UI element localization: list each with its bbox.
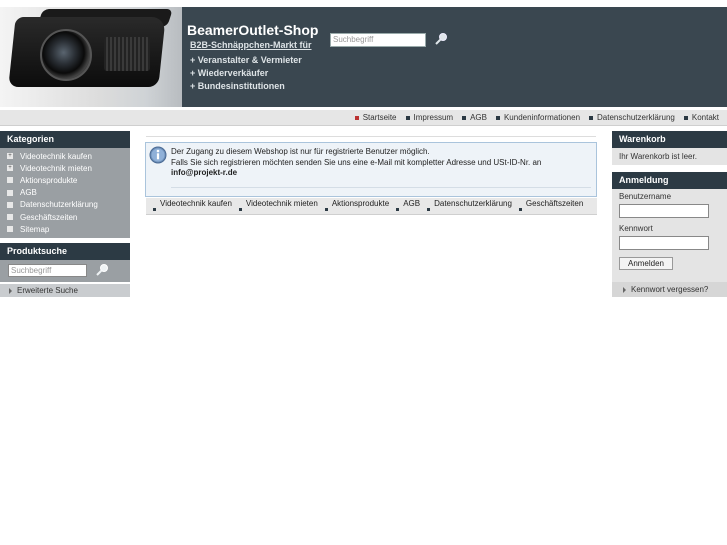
category-agb[interactable]: AGB bbox=[0, 187, 130, 199]
expand-icon: + bbox=[7, 153, 13, 160]
bullet-icon bbox=[238, 208, 242, 211]
category-datenschutz[interactable]: Datenschutzerklärung bbox=[0, 199, 130, 211]
bullet-icon bbox=[589, 115, 594, 120]
bullet-icon bbox=[7, 214, 13, 221]
product-search-title: Produktsuche bbox=[0, 243, 130, 261]
nav-impressum[interactable]: Impressum bbox=[405, 113, 453, 122]
bullet-icon bbox=[354, 115, 359, 120]
content-nav-agb[interactable]: AGB bbox=[396, 199, 420, 211]
content-nav-videotechnik-mieten[interactable]: Videotechnik mieten bbox=[238, 199, 318, 211]
forgot-password-link[interactable]: Kennwort vergessen? bbox=[612, 282, 727, 297]
audience-line: + Bundesinstitutionen bbox=[190, 81, 285, 91]
category-videotechnik-mieten[interactable]: + Videotechnik mieten bbox=[0, 162, 130, 174]
bullet-icon bbox=[7, 201, 13, 208]
category-list: + Videotechnik kaufen + Videotechnik miete… bbox=[0, 148, 130, 239]
bullet-icon bbox=[518, 208, 522, 211]
login-title: Anmeldung bbox=[612, 172, 727, 189]
nav-datenschutz[interactable]: Datenschutzerklärung bbox=[589, 113, 675, 122]
content-navigation: Videotechnik kaufen Videotechnik mieten … bbox=[146, 198, 597, 215]
notice-line: Falls Sie sich registrieren möchten send… bbox=[171, 157, 542, 167]
search-icon[interactable] bbox=[95, 263, 109, 277]
category-sitemap[interactable]: Sitemap bbox=[0, 223, 130, 235]
username-field[interactable] bbox=[619, 204, 709, 218]
bullet-icon bbox=[405, 115, 410, 120]
category-videotechnik-kaufen[interactable]: + Videotechnik kaufen bbox=[0, 150, 130, 162]
bullet-icon bbox=[396, 208, 400, 211]
divider bbox=[171, 187, 591, 188]
password-label: Kennwort bbox=[619, 224, 653, 233]
username-label: Benutzername bbox=[619, 192, 672, 201]
nav-agb[interactable]: AGB bbox=[462, 113, 487, 122]
nav-startseite[interactable]: Startseite bbox=[354, 113, 397, 122]
contact-email-link[interactable]: info@projekt-r.de bbox=[171, 168, 541, 179]
content-nav-datenschutz[interactable]: Datenschutzerklärung bbox=[427, 199, 512, 211]
content-nav-geschaeftszeiten[interactable]: Geschäftszeiten bbox=[518, 199, 583, 211]
bullet-icon bbox=[495, 115, 500, 120]
audience-line: + Veranstalter & Vermieter bbox=[190, 55, 302, 65]
category-geschaeftszeiten[interactable]: Geschäftszeiten bbox=[0, 211, 130, 223]
right-sidebar: Warenkorb Ihr Warenkorb ist leer. Anmeld… bbox=[612, 131, 727, 297]
header-search-input[interactable]: Suchbegriff bbox=[330, 33, 426, 47]
categories-title: Kategorien bbox=[0, 131, 130, 148]
projector-image bbox=[0, 7, 182, 107]
product-search-area: Suchbegriff bbox=[0, 260, 130, 283]
arrow-right-icon bbox=[9, 287, 12, 294]
bullet-icon bbox=[324, 208, 328, 211]
top-navigation: Startseite Impressum AGB Kundeninformati… bbox=[0, 110, 727, 126]
registration-notice: Der Zugang zu diesem Webshop ist nur für… bbox=[145, 142, 597, 197]
password-field[interactable] bbox=[619, 236, 709, 250]
divider bbox=[146, 136, 596, 137]
arrow-right-icon bbox=[623, 286, 626, 293]
nav-kontakt[interactable]: Kontakt bbox=[683, 113, 719, 122]
content-nav-videotechnik-kaufen[interactable]: Videotechnik kaufen bbox=[153, 199, 232, 211]
site-tagline: B2B-Schnäppchen-Markt für bbox=[190, 40, 312, 50]
advanced-search-link[interactable]: Erweiterte Suche bbox=[0, 284, 130, 298]
bullet-icon bbox=[427, 208, 431, 211]
info-icon bbox=[149, 146, 167, 164]
bullet-icon bbox=[7, 177, 13, 184]
cart-status: Ihr Warenkorb ist leer. bbox=[612, 148, 727, 165]
login-button[interactable]: Anmelden bbox=[619, 257, 673, 270]
notice-line: Der Zugang zu diesem Webshop ist nur für… bbox=[171, 147, 430, 156]
audience-line: + Wiederverkäufer bbox=[190, 68, 269, 78]
nav-kundeninformationen[interactable]: Kundeninformationen bbox=[495, 113, 580, 122]
bullet-icon bbox=[7, 189, 13, 196]
login-form: Benutzername Kennwort Anmelden bbox=[612, 189, 727, 282]
category-aktionsprodukte[interactable]: Aktionsprodukte bbox=[0, 174, 130, 186]
header: BeamerOutlet-Shop B2B-Schnäppchen-Markt … bbox=[0, 7, 727, 107]
bullet-icon bbox=[153, 208, 156, 211]
bullet-icon bbox=[683, 115, 688, 120]
product-search-input[interactable]: Suchbegriff bbox=[8, 264, 87, 278]
bullet-icon bbox=[7, 226, 13, 233]
content-nav-aktionsprodukte[interactable]: Aktionsprodukte bbox=[324, 199, 389, 211]
site-title[interactable]: BeamerOutlet-Shop bbox=[187, 22, 318, 38]
bullet-icon bbox=[462, 115, 467, 120]
left-sidebar: Kategorien + Videotechnik kaufen + Videote… bbox=[0, 131, 130, 298]
cart-title: Warenkorb bbox=[612, 131, 727, 148]
search-icon[interactable] bbox=[434, 32, 448, 46]
expand-icon: + bbox=[7, 165, 13, 172]
